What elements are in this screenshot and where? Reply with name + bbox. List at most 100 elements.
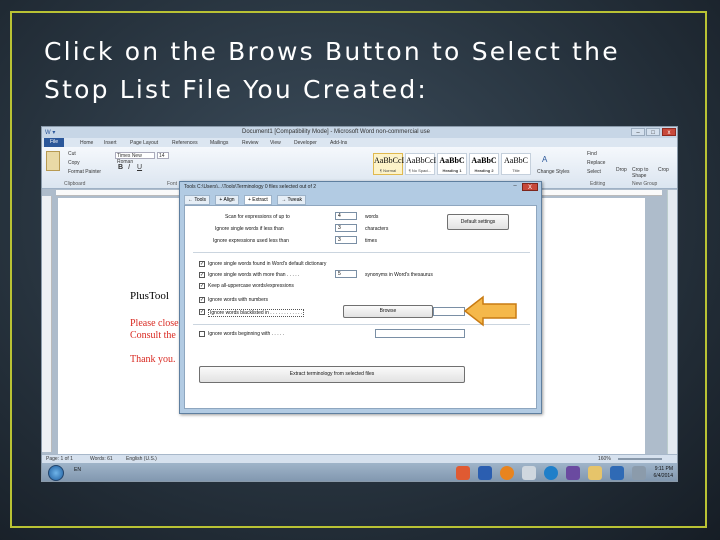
ignore-single-input[interactable]: 3 [335, 224, 357, 232]
font-name-select[interactable]: Times New Roman [115, 152, 155, 165]
explorer-icon[interactable] [522, 466, 536, 480]
crop-to-shape-button[interactable]: Crop to Shape [632, 167, 654, 179]
internet-explorer-icon[interactable] [544, 466, 558, 480]
underline-button[interactable]: U [137, 164, 142, 171]
style-no-spacing[interactable]: AaBbCcI ¶ No Spaci... [405, 153, 437, 175]
tab-home[interactable]: Home [80, 140, 93, 146]
word-title-bar: W ▾ Document1 [Compatibility Mode] - Mic… [42, 127, 677, 138]
style-title[interactable]: AaBbC Title [501, 153, 531, 175]
find-button[interactable]: Find [587, 151, 597, 157]
change-styles-button[interactable]: Change Styles [537, 169, 570, 175]
tab-file[interactable]: File [44, 138, 64, 147]
zoom-slider[interactable] [618, 458, 662, 460]
app-icon[interactable] [610, 466, 624, 480]
powerpoint-icon[interactable] [456, 466, 470, 480]
close-icon[interactable]: x [662, 128, 676, 136]
vertical-ruler [42, 196, 52, 452]
document-red-line-1: Please close [130, 318, 179, 329]
option-checkbox-5[interactable]: ✓ [199, 309, 205, 315]
dialog-title: Tools C:\Users\...\Tools\Terminology 0 f… [184, 184, 317, 190]
taskbar-lang[interactable]: EN [74, 467, 81, 473]
scan-label: Scan for expressions of up to [225, 214, 290, 220]
tab-review[interactable]: Review [242, 140, 258, 146]
word-window-title: Document1 [Compatibility Mode] - Microso… [242, 129, 430, 135]
dialog-minimize-icon[interactable]: – [510, 183, 520, 191]
option-label-1: Ignore single words found in Word's defa… [208, 261, 327, 267]
ribbon-tabs: Home Insert Page Layout References Maili… [42, 138, 677, 147]
style-title-label: Title [512, 168, 520, 173]
italic-button[interactable]: I [128, 164, 130, 171]
tab-developer[interactable]: Developer [294, 140, 317, 146]
blacklist-file-field[interactable] [433, 307, 465, 316]
ignore-single-unit: characters [365, 226, 389, 232]
ignore-single-label: Ignore single words if less than [215, 226, 284, 232]
synonyms-input[interactable]: 5 [335, 270, 357, 278]
language-status[interactable]: English (U.S.) [126, 456, 157, 462]
copy-button[interactable]: Copy [68, 160, 80, 166]
option-checkbox-4[interactable]: ✓ [199, 297, 205, 303]
select-button[interactable]: Select [587, 169, 601, 175]
paste-icon[interactable] [46, 151, 60, 171]
style-heading-1[interactable]: AaBbC Heading 1 [437, 153, 467, 175]
bold-button[interactable]: B [118, 164, 123, 171]
firefox-icon[interactable] [500, 466, 514, 480]
change-styles-icon[interactable]: A [542, 155, 547, 164]
zoom-level[interactable]: 160% [598, 456, 611, 462]
tab-mailings[interactable]: Mailings [210, 140, 228, 146]
ignore-expr-input[interactable]: 3 [335, 236, 357, 244]
new-group-label: New Group [632, 181, 658, 187]
style-no-spacing-label: ¶ No Spaci... [408, 168, 432, 173]
option-checkbox-6[interactable] [199, 331, 205, 337]
font-size-select[interactable]: 14 [157, 152, 169, 159]
style-heading-2-label: Heading 2 [474, 168, 494, 173]
clock-date: 6/4/2014 [653, 473, 673, 479]
style-no-spacing-sample: AaBbCcI [406, 156, 437, 165]
tab-page-layout[interactable]: Page Layout [130, 140, 158, 146]
style-heading-2[interactable]: AaBbC Heading 2 [469, 153, 499, 175]
tab-add-ins[interactable]: Add-Ins [330, 140, 347, 146]
ignore-beginning-label: Ignore words beginning with . . . . . [208, 331, 285, 337]
orange-arrow-icon [463, 295, 517, 327]
minimize-icon[interactable]: – [631, 128, 645, 136]
scan-input[interactable]: 4 [335, 212, 357, 220]
start-button-icon[interactable] [48, 465, 64, 481]
crop-button[interactable]: Crop [658, 167, 669, 173]
tab-tools[interactable]: ← Tools [184, 195, 210, 205]
tab-align[interactable]: + Align [215, 195, 239, 205]
visual-studio-icon[interactable] [566, 466, 580, 480]
drop-button[interactable]: Drop [616, 167, 627, 173]
document-red-line-2: Consult the [130, 330, 176, 341]
style-title-sample: AaBbC [504, 156, 528, 165]
ignore-beginning-input[interactable] [375, 329, 465, 338]
tab-extract-label: Extract [252, 197, 268, 203]
cut-button[interactable]: Cut [68, 151, 76, 157]
word-icon[interactable] [478, 466, 492, 480]
browse-button[interactable]: Browse [343, 305, 433, 318]
tab-insert[interactable]: Insert [104, 140, 117, 146]
tab-extract[interactable]: + Extract [243, 195, 272, 205]
clock[interactable]: 9:11 PM 6/4/2014 [654, 466, 673, 480]
format-painter-button[interactable]: Format Painter [68, 169, 101, 175]
quick-access-toolbar-icon[interactable]: W ▾ [45, 129, 55, 136]
settings-icon[interactable] [632, 466, 646, 480]
page-count[interactable]: Page: 1 of 1 [46, 456, 73, 462]
option-label-4: Ignore words with numbers [208, 297, 269, 303]
option-checkbox-3[interactable]: ✓ [199, 283, 205, 289]
tab-tools-label: Tools [194, 197, 206, 203]
maximize-icon[interactable]: □ [646, 128, 660, 136]
dialog-close-icon[interactable]: X [522, 183, 538, 191]
option-checkbox-1[interactable]: ✓ [199, 261, 205, 267]
vertical-scrollbar[interactable] [667, 190, 677, 454]
option-checkbox-2[interactable]: ✓ [199, 272, 205, 278]
style-normal[interactable]: AaBbCcI ¶ Normal [373, 153, 404, 175]
tab-tweak[interactable]: → Tweak [277, 195, 306, 205]
word-count[interactable]: Words: 61 [90, 456, 113, 462]
replace-button[interactable]: Replace [587, 160, 605, 166]
tab-view[interactable]: View [270, 140, 281, 146]
extract-terminology-button[interactable]: Extract terminology from selected files [199, 366, 465, 383]
default-settings-button[interactable]: Default settings [447, 214, 509, 230]
folder-icon[interactable] [588, 466, 602, 480]
option-label-5: Ignore words blacklisted in . . . . . . … [208, 309, 305, 317]
font-group-label: Font [167, 181, 178, 187]
tab-references[interactable]: References [172, 140, 198, 146]
